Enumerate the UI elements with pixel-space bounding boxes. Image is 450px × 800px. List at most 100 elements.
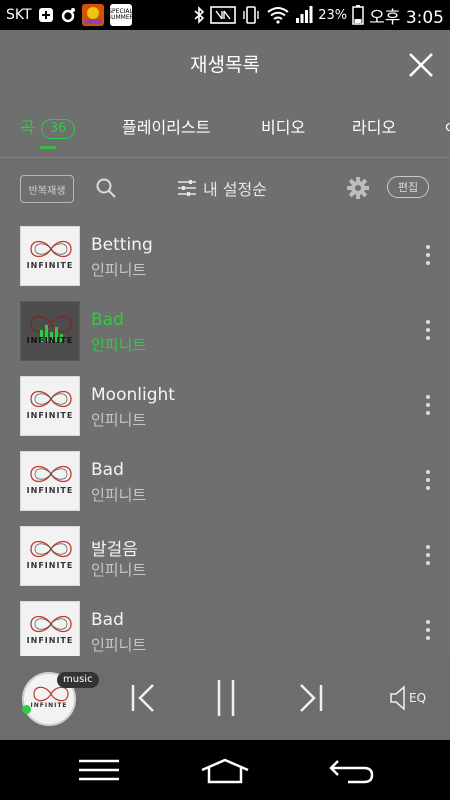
album-word: INFINITE (26, 561, 74, 570)
song-count-badge: 36 (40, 119, 76, 139)
song-artist: 인피니트 (91, 411, 147, 429)
album-art: INFINITE (20, 226, 80, 286)
edit-label: 편집 (397, 181, 419, 194)
search-button[interactable] (95, 177, 117, 199)
pause-button[interactable] (214, 678, 238, 718)
nfc-icon (210, 6, 237, 24)
more-options-button[interactable] (422, 393, 434, 417)
song-title: Bad (91, 460, 124, 480)
more-vertical-icon (426, 245, 430, 265)
tab-radio[interactable]: 라디오 (352, 114, 396, 138)
song-title: Bad (91, 310, 124, 330)
speaker-icon (390, 685, 405, 711)
more-vertical-icon (426, 620, 430, 640)
tab-overflow[interactable]: ㅇ (443, 114, 450, 138)
active-tab-indicator (40, 146, 56, 149)
infinity-logo-icon (30, 465, 72, 483)
eq-label: EQ (409, 691, 427, 705)
album-word: INFINITE (30, 702, 68, 709)
back-icon (329, 760, 374, 784)
next-track-icon (300, 684, 323, 712)
song-row[interactable]: INFINITE 발걸음 인피니트 (0, 518, 450, 593)
mini-player: INFINITE music EQ (0, 656, 450, 740)
album-word: INFINITE (26, 411, 74, 420)
song-artist: 인피니트 (91, 486, 147, 504)
circle-icon (60, 7, 76, 23)
sliders-icon (178, 180, 196, 196)
tab-playlists[interactable]: 플레이리스트 (122, 114, 210, 138)
game-app-icon (81, 4, 104, 26)
music-badge: music (57, 672, 99, 688)
back-button[interactable] (328, 758, 374, 788)
more-options-button[interactable] (422, 243, 434, 267)
battery-icon (352, 5, 364, 25)
infinity-logo-icon (30, 240, 72, 258)
bluetooth-icon (193, 6, 205, 24)
album-word: INFINITE (26, 336, 74, 345)
more-vertical-icon (426, 470, 430, 490)
next-button[interactable] (296, 682, 326, 714)
search-icon (96, 178, 116, 198)
previous-track-icon (131, 684, 154, 712)
more-vertical-icon (426, 395, 430, 415)
song-artist: 인피니트 (91, 561, 147, 579)
tab-songs[interactable]: 곡 36 (20, 114, 76, 139)
playing-indicator (22, 705, 31, 714)
gear-icon (347, 177, 369, 199)
album-word: INFINITE (26, 261, 74, 270)
close-button[interactable] (406, 50, 436, 80)
menu-button[interactable] (78, 758, 120, 786)
song-title: Betting (91, 235, 153, 255)
edit-button[interactable]: 편집 (387, 176, 429, 198)
song-list: INFINITE Betting 인피니트 INFINITE Bad 인피니트 (0, 218, 450, 656)
carrier-label: SKT (6, 7, 32, 23)
more-options-button[interactable] (422, 618, 434, 642)
song-artist: 인피니트 (91, 336, 147, 354)
album-word: INFINITE (26, 636, 74, 645)
album-art: INFINITE (20, 601, 80, 656)
repeat-play-button[interactable]: 반복재생 (20, 175, 74, 203)
more-options-button[interactable] (422, 468, 434, 492)
album-word: INFINITE (26, 486, 74, 495)
more-vertical-icon (426, 545, 430, 565)
infinity-logo-icon (30, 390, 72, 408)
battery-percent: 23% (318, 7, 348, 23)
song-row-now-playing[interactable]: INFINITE Bad 인피니트 (0, 293, 450, 368)
list-toolbar: 반복재생 내 설정순 편집 (0, 158, 450, 220)
song-row[interactable]: INFINITE Bad 인피니트 (0, 593, 450, 656)
tab-songs-label: 곡 (20, 118, 35, 137)
home-icon (201, 758, 249, 784)
repeat-play-label: 반복재생 (28, 185, 66, 197)
page-title: 재생목록 (190, 54, 260, 76)
system-navigation-bar (0, 740, 450, 800)
menu-icon (79, 759, 119, 781)
tab-videos[interactable]: 비디오 (261, 114, 305, 138)
previous-button[interactable] (128, 682, 158, 714)
settings-button[interactable] (347, 177, 369, 199)
vibrate-icon (241, 6, 261, 24)
header: 재생목록 (0, 30, 450, 98)
playlist-screen: SKT SPECIAL SUMMER (0, 0, 450, 800)
status-bar: SKT SPECIAL SUMMER (0, 0, 450, 30)
signal-icon (295, 6, 313, 24)
tab-bar: 곡 36 플레이리스트 비디오 라디오 ㅇ (0, 98, 450, 158)
home-button[interactable] (200, 758, 250, 788)
song-row[interactable]: INFINITE Bad 인피니트 (0, 443, 450, 518)
song-title: Bad (91, 610, 124, 630)
special-summer-app-icon: SPECIAL SUMMER (109, 4, 132, 26)
sort-label: 내 설정순 (203, 180, 267, 199)
equalizer-button[interactable]: EQ (389, 683, 429, 713)
song-row[interactable]: INFINITE Betting 인피니트 (0, 218, 450, 293)
song-title: 발걸음 (91, 540, 138, 560)
close-icon (409, 53, 433, 77)
wifi-icon (266, 6, 290, 24)
sort-button[interactable]: 내 설정순 (177, 176, 267, 200)
album-art: INFINITE (20, 526, 80, 586)
song-artist: 인피니트 (91, 636, 147, 654)
infinity-logo-icon (30, 540, 72, 558)
more-options-button[interactable] (422, 543, 434, 567)
more-options-button[interactable] (422, 318, 434, 342)
song-title: Moonlight (91, 385, 175, 405)
pause-icon (217, 680, 235, 716)
song-row[interactable]: INFINITE Moonlight 인피니트 (0, 368, 450, 443)
